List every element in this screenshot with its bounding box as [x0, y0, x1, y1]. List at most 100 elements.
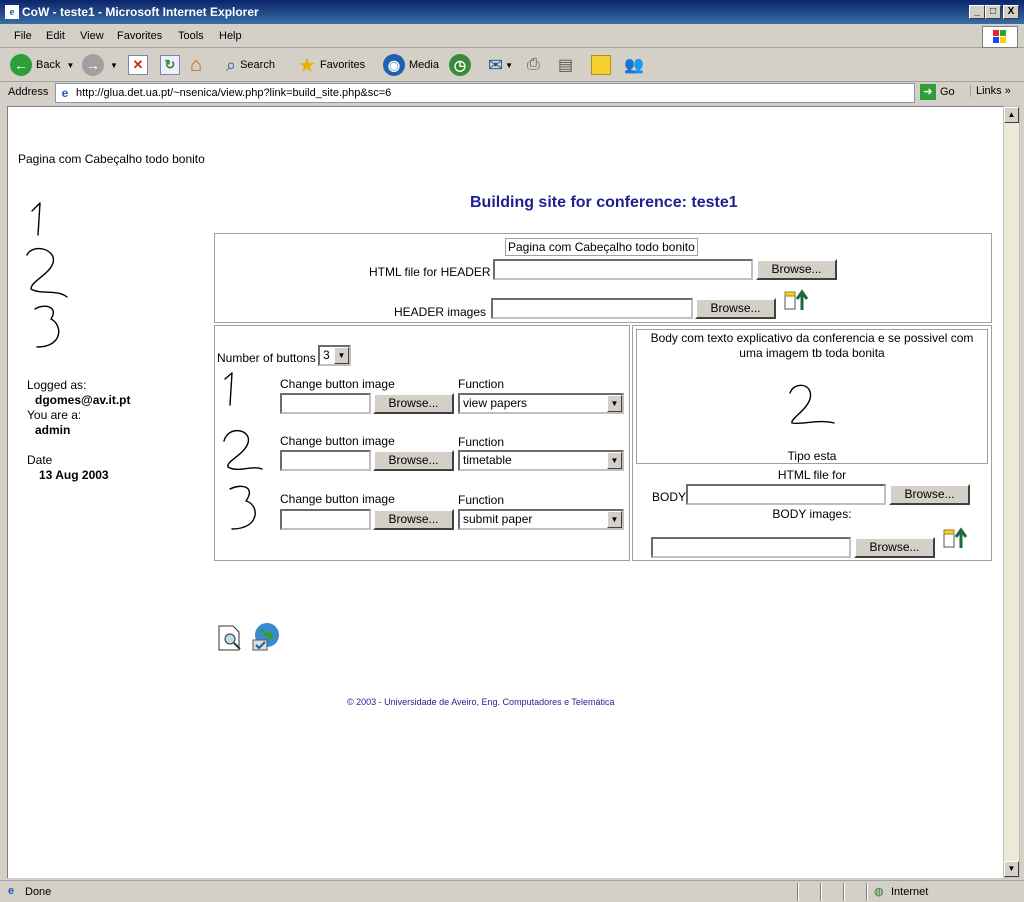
html-header-input[interactable] [493, 259, 753, 280]
html-body-label: HTML file for [777, 468, 847, 482]
chevron-down-icon: ▼ [607, 395, 622, 412]
menu-edit[interactable]: Edit [46, 30, 65, 42]
function-select-2[interactable]: timetable ▼ [458, 450, 624, 471]
scroll-up-icon[interactable]: ▲ [1004, 107, 1019, 123]
html-body-browse-button[interactable]: Browse... [889, 484, 970, 505]
preview-icon[interactable] [216, 624, 244, 652]
button-image-browse-1[interactable]: Browse... [373, 393, 454, 414]
go-button[interactable]: ➜ Go [920, 84, 955, 100]
page-content: Pagina com Cabeçalho todo bonito Logged … [7, 106, 1003, 878]
function-select-1[interactable]: view papers ▼ [458, 393, 624, 414]
menu-file[interactable]: File [14, 30, 32, 42]
address-input[interactable]: e http://glua.det.ua.pt/~nsenica/view.ph… [55, 83, 915, 103]
back-arrow-icon: ← [10, 54, 32, 76]
button-image-browse-2[interactable]: Browse... [373, 450, 454, 471]
print-button[interactable]: ⎙ [527, 53, 540, 77]
windows-logo-icon [982, 26, 1018, 48]
role-label: You are a: [27, 408, 82, 422]
address-label: Address [8, 86, 49, 98]
internet-zone-icon: ◍ [874, 886, 884, 898]
page-icon: e [61, 86, 69, 100]
num-buttons-value: 3 [323, 348, 330, 362]
history-button[interactable]: ◷ [449, 53, 471, 77]
status-divider [843, 883, 845, 901]
stop-icon: ✕ [128, 55, 148, 75]
html-header-browse-button[interactable]: Browse... [756, 259, 837, 280]
menu-favorites[interactable]: Favorites [117, 30, 162, 42]
header-images-browse-button[interactable]: Browse... [695, 298, 776, 319]
messenger-icon: 👥 [624, 57, 644, 74]
close-button[interactable]: X [1003, 5, 1019, 19]
go-label: Go [940, 86, 955, 98]
header-images-input[interactable] [491, 298, 693, 319]
function-select-3[interactable]: submit paper ▼ [458, 509, 624, 530]
body-images-label: BODY images: [772, 507, 852, 521]
button-image-input-3[interactable] [280, 509, 371, 530]
logged-as-label: Logged as: [27, 378, 87, 392]
button-image-browse-3[interactable]: Browse... [373, 509, 454, 530]
upload-icon[interactable] [784, 288, 808, 312]
vertical-scrollbar[interactable]: ▲ ▼ [1003, 106, 1020, 878]
minimize-button[interactable]: _ [969, 5, 985, 19]
toolbar: ← Back ▼ → ▼ ✕ ↻ ⌂ ⌕ Search ★ Favorites … [0, 48, 1024, 82]
refresh-icon: ↻ [160, 55, 180, 75]
media-label: Media [409, 59, 439, 71]
function-label-3: Function [458, 493, 505, 507]
back-label: Back [36, 59, 61, 71]
body-preview-text: Body com texto explicativo da conferenci… [650, 331, 974, 360]
function-value-3: submit paper [463, 512, 533, 526]
printer-icon: ⎙ [527, 56, 540, 73]
edit-button[interactable]: ▤ [558, 53, 573, 77]
mail-icon: ✉ [488, 54, 504, 75]
function-value-2: timetable [463, 453, 512, 467]
user-email: dgomes@av.it.pt [35, 393, 131, 407]
media-button[interactable]: ◉ Media [383, 53, 439, 77]
forward-button[interactable]: → ▼ [82, 53, 118, 77]
num-buttons-select[interactable]: 3 ▼ [318, 345, 351, 366]
chevron-down-icon: ▼ [334, 347, 349, 364]
ie-icon: e [5, 5, 19, 19]
home-button[interactable]: ⌂ [190, 53, 202, 77]
search-button[interactable]: ⌕ Search [226, 53, 275, 77]
status-divider [820, 883, 822, 901]
stop-button[interactable]: ✕ [128, 53, 148, 77]
footer-text: © 2003 - Universidade de Aveiro, Eng. Co… [347, 697, 615, 707]
scroll-down-icon[interactable]: ▼ [1004, 861, 1019, 877]
button-image-input-2[interactable] [280, 450, 371, 471]
address-url: http://glua.det.ua.pt/~nsenica/view.php?… [76, 87, 392, 99]
dropdown-arrow-icon: ▼ [505, 60, 514, 70]
edit-icon: ▤ [558, 57, 574, 74]
change-image-label-2: Change button image [280, 434, 395, 448]
page-title: Building site for conference: teste1 [470, 194, 738, 211]
discuss-button[interactable] [591, 53, 611, 77]
body-label: BODY [652, 490, 687, 504]
favorites-button[interactable]: ★ Favorites [298, 53, 365, 77]
address-bar: Address e http://glua.det.ua.pt/~nsenica… [0, 82, 1024, 104]
menu-bar: File Edit View Favorites Tools Help [0, 25, 1024, 48]
publish-globe-icon[interactable] [249, 620, 283, 654]
body-images-browse-button[interactable]: Browse... [854, 537, 935, 558]
function-label-1: Function [458, 377, 505, 391]
upload-icon[interactable] [943, 526, 967, 550]
maximize-button[interactable]: □ [985, 5, 1001, 19]
mail-button[interactable]: ✉ ▼ [488, 53, 513, 77]
menu-help[interactable]: Help [219, 30, 242, 42]
body-images-input[interactable] [651, 537, 851, 558]
links-button[interactable]: Links » [970, 85, 1011, 97]
date-value: 13 Aug 2003 [39, 468, 109, 482]
menu-tools[interactable]: Tools [178, 30, 204, 42]
messenger-button[interactable]: 👥 [624, 53, 644, 77]
html-body-input[interactable] [686, 484, 886, 505]
function-label-2: Function [458, 435, 505, 449]
menu-view[interactable]: View [80, 30, 104, 42]
back-button[interactable]: ← Back ▼ [10, 53, 74, 77]
refresh-button[interactable]: ↻ [160, 53, 180, 77]
media-icon: ◉ [383, 54, 405, 76]
button-image-input-1[interactable] [280, 393, 371, 414]
dropdown-arrow-icon: ▼ [110, 60, 118, 70]
forward-arrow-icon: → [82, 54, 104, 76]
chevron-down-icon: ▼ [607, 511, 622, 528]
dropdown-arrow-icon: ▼ [66, 60, 75, 70]
note-icon [591, 55, 611, 75]
home-icon: ⌂ [190, 53, 203, 76]
